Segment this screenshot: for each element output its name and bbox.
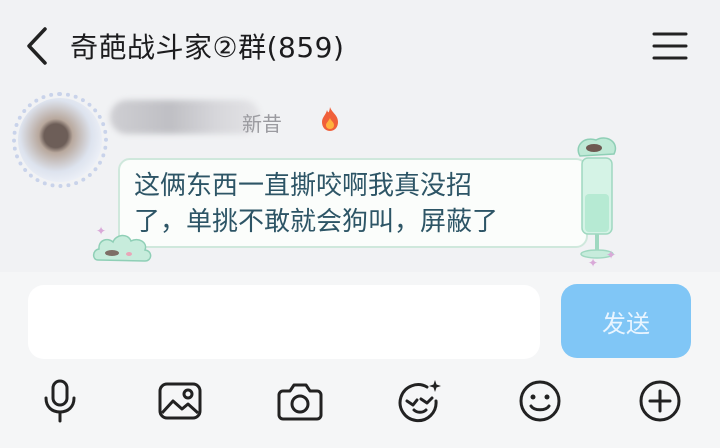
album-button[interactable] [155,376,205,426]
message-bubble[interactable]: 这俩东西一直撕咬啊我真没招 了，单挑不敢就会狗叫，屏蔽了 [118,158,588,248]
blurred-sender-name [110,100,260,134]
sparkle-decoration: ✦ [606,248,617,262]
emoji-icon [519,380,561,422]
sparkle-decoration: ✦ [96,224,107,238]
camera-button[interactable] [275,376,325,426]
message-text-line-2: 了，单挑不敢就会狗叫，屏蔽了 [134,207,499,237]
message-input[interactable] [28,285,540,359]
sender-info[interactable]: 新昔 [110,100,370,136]
chat-title: 奇葩战斗家②群(859) [70,31,345,64]
fire-icon [322,107,338,131]
sender-name: 新昔 [242,112,282,136]
chat-header: 奇葩战斗家②群(859) [0,0,720,92]
menu-button[interactable] [648,26,692,66]
more-button[interactable] [635,376,685,426]
hamburger-menu-icon [652,32,688,60]
plus-icon [639,380,681,422]
magic-face-icon [398,380,441,423]
voice-button[interactable] [35,376,85,426]
microphone-icon [44,379,76,423]
image-icon [158,382,202,420]
emoji-button[interactable] [515,376,565,426]
back-button[interactable] [18,22,58,70]
drink-cup-decoration [577,137,617,259]
camera-icon [277,383,323,421]
send-button[interactable]: 发送 [561,284,691,358]
magic-expression-button[interactable] [395,376,445,426]
avatar[interactable] [18,98,102,182]
chat-message: 新昔 这俩东西一直撕咬啊我真没招 了，单挑不敢就会狗叫，屏蔽了 ✦ ✦ ✦ [0,88,720,272]
input-bar: 发送 [0,272,720,448]
chevron-left-icon [27,27,47,65]
sparkle-decoration: ✦ [588,256,599,270]
message-text-line-1: 这俩东西一直撕咬啊我真没招 [134,171,473,201]
